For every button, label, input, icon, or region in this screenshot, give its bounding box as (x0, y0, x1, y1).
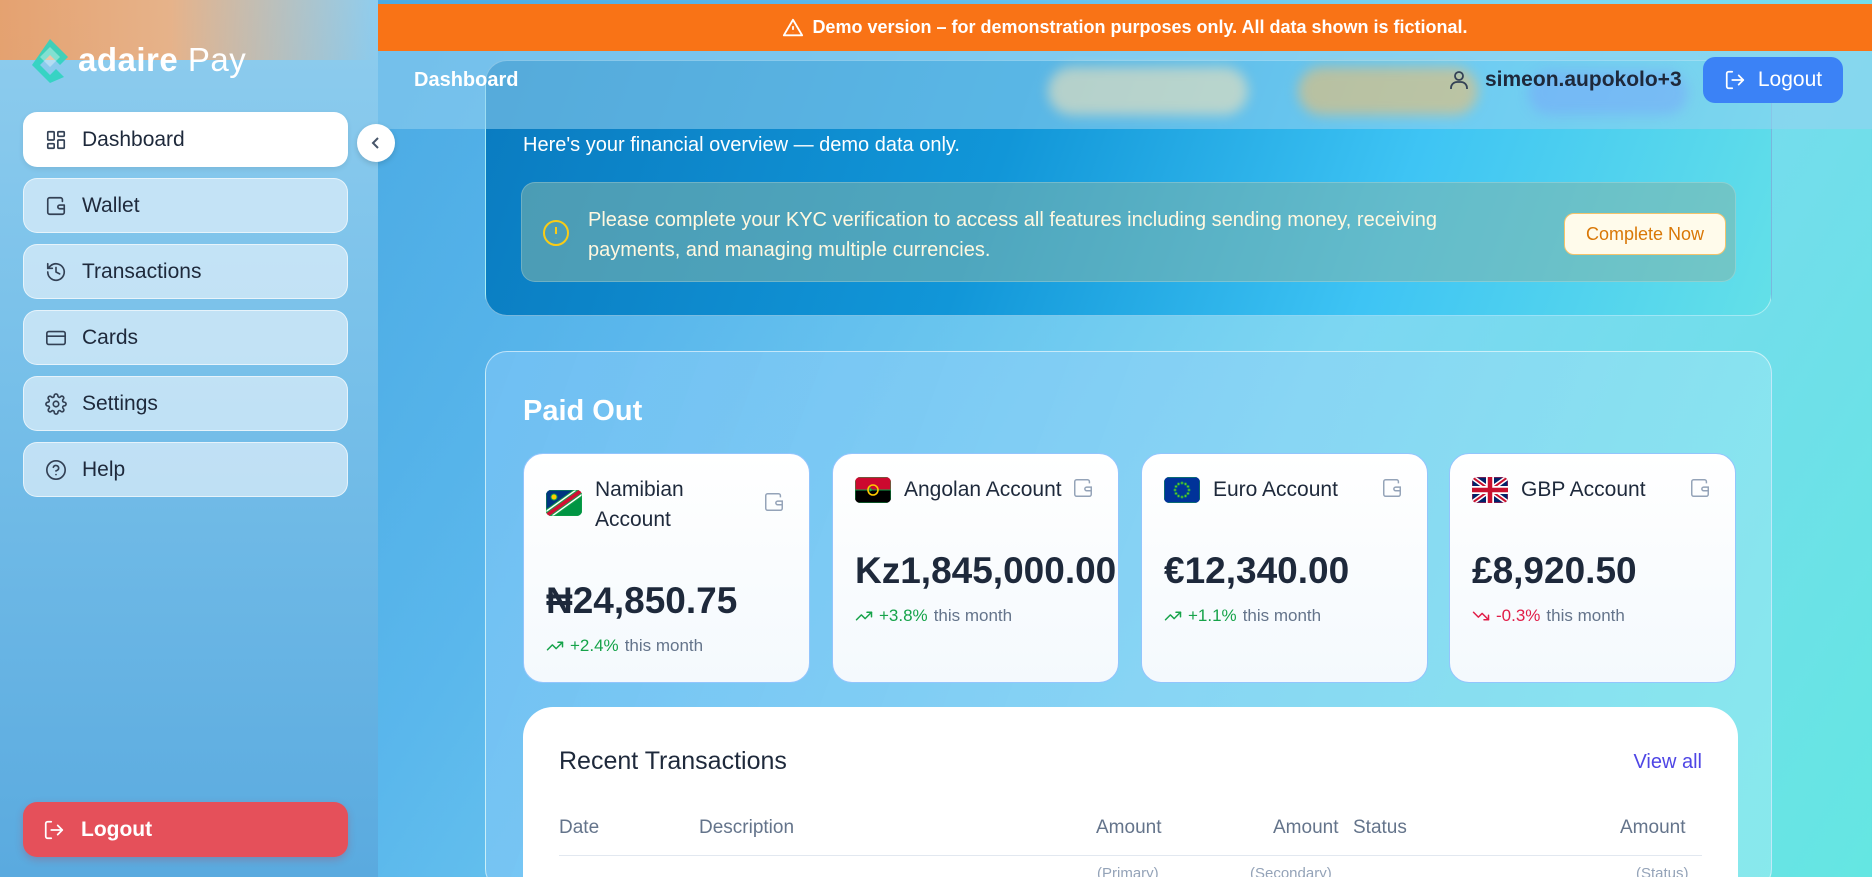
column-subheader-primary: (Primary) (1097, 865, 1159, 877)
account-card-namibian[interactable]: Namibian Account ₦24,850.75 +2.4% this m… (523, 453, 810, 683)
username: simeon.aupokolo+3 (1485, 68, 1682, 91)
recent-transactions-card: Recent Transactions View all Date Descri… (523, 707, 1738, 877)
logout-icon (43, 818, 67, 842)
sidebar-logout-button[interactable]: Logout (23, 802, 348, 857)
account-name: Euro Account (1213, 478, 1338, 501)
sidebar-item-dashboard[interactable]: Dashboard (23, 112, 348, 167)
sidebar-item-transactions[interactable]: Transactions (23, 244, 348, 299)
change-percent: +2.4% (570, 636, 619, 655)
column-subheader-secondary: (Secondary) (1250, 865, 1332, 877)
account-change: +1.1% this month (1164, 606, 1321, 626)
change-percent: -0.3% (1496, 606, 1541, 625)
angola-flag-icon (855, 477, 891, 503)
wallet-icon[interactable] (1689, 477, 1711, 499)
column-header-date[interactable]: Date (559, 817, 599, 839)
blurred-header-element (1048, 67, 1248, 115)
welcome-subtitle: Here's your financial overview — demo da… (523, 134, 960, 156)
account-balance: ₦24,850.75 (546, 580, 738, 621)
help-circle-icon (44, 458, 68, 482)
account-card-angolan[interactable]: Angolan Account Kz1,845,000.00 +3.8% thi… (832, 453, 1119, 683)
logout-icon (1725, 70, 1744, 90)
paid-out-title: Paid Out (523, 395, 643, 427)
column-subheader-status: (Status) (1636, 865, 1689, 877)
wallet-icon[interactable] (1072, 477, 1094, 499)
recent-transactions-title: Recent Transactions (559, 747, 787, 775)
view-all-link[interactable]: View all (1633, 751, 1702, 774)
trending-up-icon (546, 641, 564, 651)
user-icon (1450, 71, 1468, 89)
account-card-euro[interactable]: Euro Account €12,340.00 +1.1% this month (1141, 453, 1428, 683)
alert-circle-icon (541, 218, 571, 248)
user-menu[interactable]: simeon.aupokolo+3 (1447, 68, 1682, 92)
account-balance: Kz1,845,000.00 (855, 550, 1117, 591)
column-header-status[interactable]: Status (1353, 817, 1407, 839)
column-header-amount-secondary[interactable]: Amount (1273, 817, 1338, 839)
sidebar-nav: Dashboard Wallet Transactions Cards Sett… (23, 112, 348, 508)
column-header-description[interactable]: Description (699, 817, 794, 839)
trending-up-icon (855, 611, 873, 621)
sidebar-item-cards[interactable]: Cards (23, 310, 348, 365)
account-name: Namibian Account (595, 478, 684, 531)
chevron-left-icon (371, 137, 379, 149)
change-percent: +3.8% (879, 606, 928, 625)
eu-flag-icon (1164, 477, 1200, 503)
account-balance: €12,340.00 (1164, 550, 1350, 591)
change-period: this month (1242, 606, 1322, 625)
sidebar-logout-label: Logout (81, 817, 153, 841)
brand-logo[interactable]: adaire Pay (26, 34, 246, 86)
brand-name: adaire Pay (78, 41, 247, 78)
adaire-logo-icon (32, 39, 68, 83)
complete-kyc-button[interactable]: Complete Now (1564, 213, 1726, 255)
sidebar-item-settings[interactable]: Settings (23, 376, 348, 431)
kyc-message: Please complete your KYC verification to… (588, 209, 1437, 261)
change-percent: +1.1% (1188, 606, 1237, 625)
sidebar-item-help[interactable]: Help (23, 442, 348, 497)
column-header-amount-status[interactable]: Amount (1620, 817, 1685, 839)
header-logout-label: Logout (1757, 68, 1823, 91)
sidebar-collapse-button[interactable] (357, 124, 395, 162)
account-card-gbp[interactable]: GBP Account £8,920.50 -0.3% this month (1449, 453, 1736, 683)
dashboard-grid-icon (44, 128, 68, 152)
sidebar-item-label: Help (82, 457, 126, 481)
table-header-divider (559, 855, 1702, 856)
sidebar-item-label: Transactions (82, 259, 202, 283)
sidebar-item-label: Cards (82, 325, 139, 349)
sidebar-item-label: Settings (82, 391, 158, 415)
demo-banner: Demo version – for demonstration purpose… (378, 4, 1872, 51)
account-change: -0.3% this month (1472, 606, 1625, 626)
paid-out-panel: Paid Out Namibian Account ₦24,850.75 +2.… (485, 351, 1772, 877)
page-title: Dashboard (414, 69, 519, 91)
sidebar-item-wallet[interactable]: Wallet (23, 178, 348, 233)
account-name: GBP Account (1521, 478, 1646, 501)
warning-triangle-icon (782, 17, 804, 39)
kyc-alert: Please complete your KYC verification to… (521, 182, 1736, 282)
trending-up-icon (1164, 611, 1182, 621)
sidebar-item-label: Wallet (82, 193, 140, 217)
trending-down-icon (1472, 611, 1490, 621)
change-period: this month (624, 636, 704, 655)
namibia-flag-icon (546, 490, 582, 516)
account-balance: £8,920.50 (1472, 550, 1637, 591)
sidebar: adaire Pay Dashboard Wallet Transactions… (0, 0, 378, 877)
change-period: this month (1546, 606, 1625, 625)
demo-banner-text: Demo version – for demonstration purpose… (812, 17, 1468, 37)
history-icon (44, 260, 68, 284)
wallet-icon[interactable] (763, 491, 785, 513)
account-change: +3.8% this month (855, 606, 1012, 626)
account-name: Angolan Account (904, 478, 1062, 501)
wallet-icon (44, 194, 68, 218)
gear-icon (44, 392, 68, 416)
wallet-icon[interactable] (1381, 477, 1403, 499)
credit-card-icon (44, 326, 68, 350)
header-logout-button[interactable]: Logout (1703, 57, 1843, 103)
change-period: this month (933, 606, 1013, 625)
uk-flag-icon (1472, 477, 1508, 503)
account-change: +2.4% this month (546, 636, 703, 656)
column-header-amount-primary[interactable]: Amount (1096, 817, 1161, 839)
top-header: Dashboard simeon.aupokolo+3 Logout (378, 51, 1872, 129)
sidebar-item-label: Dashboard (82, 127, 185, 151)
